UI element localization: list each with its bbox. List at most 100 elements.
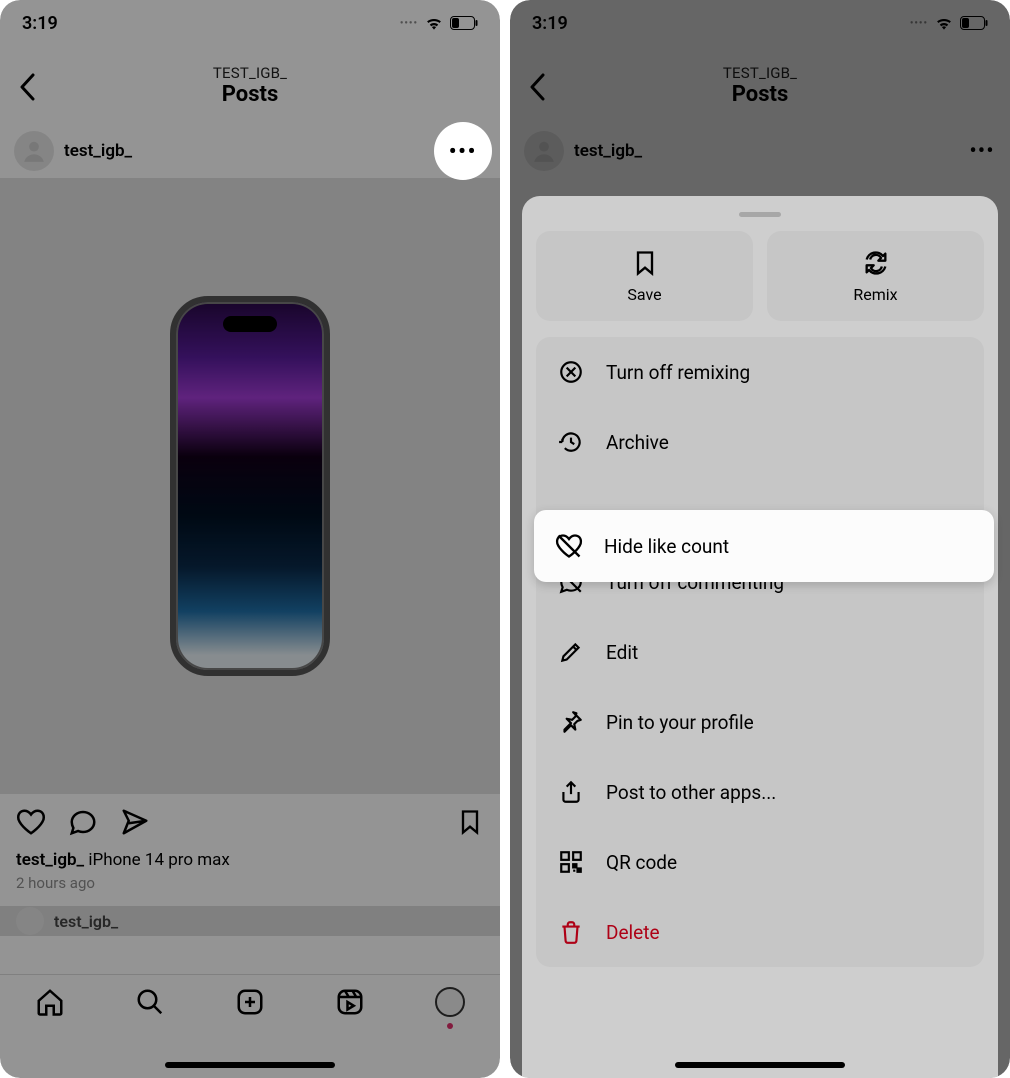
- home-indicator: [675, 1062, 845, 1068]
- like-button[interactable]: [16, 807, 46, 837]
- menu-label: Pin to your profile: [606, 711, 754, 734]
- post-more-button[interactable]: •••: [968, 137, 996, 165]
- create-icon: [235, 987, 265, 1017]
- trash-icon: [558, 919, 584, 945]
- menu-edit[interactable]: Edit: [536, 617, 984, 687]
- bookmark-icon: [631, 249, 659, 277]
- pin-icon: [558, 709, 584, 735]
- tab-search[interactable]: [133, 985, 167, 1019]
- menu-label: Turn off remixing: [606, 361, 750, 384]
- menu-label: Hide like count: [604, 535, 729, 558]
- wifi-icon: [424, 15, 444, 31]
- nav-header: TEST_IGB_ Posts: [0, 46, 500, 124]
- home-icon: [35, 987, 65, 1017]
- remix-icon: [862, 249, 890, 277]
- reels-icon: [335, 987, 365, 1017]
- share-button[interactable]: [120, 807, 150, 837]
- post-username[interactable]: test_igb_: [574, 141, 642, 161]
- post-username[interactable]: test_igb_: [64, 141, 132, 161]
- notification-dot-icon: [447, 1023, 453, 1029]
- menu-label: Edit: [606, 641, 638, 664]
- post-header: test_igb_ •••: [0, 124, 500, 178]
- status-bar: 3:19 ••••: [510, 0, 1010, 46]
- home-indicator: [165, 1062, 335, 1068]
- tab-profile[interactable]: [433, 985, 467, 1019]
- caption-username[interactable]: test_igb_: [16, 850, 84, 870]
- tab-home[interactable]: [33, 985, 67, 1019]
- menu-turn-off-remixing[interactable]: Turn off remixing: [536, 337, 984, 407]
- tutorial-highlight-more[interactable]: •••: [434, 122, 492, 180]
- screenshot-post-view: 3:19 •••• TEST_IGB_ Posts test_igb_ •••: [0, 0, 500, 1078]
- nav-account: TEST_IGB_: [213, 64, 287, 82]
- comment-button[interactable]: [68, 807, 98, 837]
- bookmark-icon: [456, 807, 484, 837]
- post-caption: test_igb_ iPhone 14 pro max: [0, 850, 500, 870]
- action-sheet: Save Remix Turn off remixing Archive: [522, 196, 998, 1078]
- status-right: ••••: [910, 15, 988, 31]
- back-button[interactable]: [10, 70, 44, 104]
- menu-label: Delete: [606, 921, 660, 944]
- tab-reels[interactable]: [333, 985, 367, 1019]
- next-post-peek: test_igb_: [0, 906, 500, 936]
- menu-hide-like-count[interactable]: Hide like count: [534, 510, 994, 582]
- sheet-grabber[interactable]: [739, 212, 781, 217]
- chevron-left-icon: [19, 73, 35, 101]
- nav-title: Posts: [732, 82, 789, 107]
- sheet-remix-button[interactable]: Remix: [767, 231, 984, 321]
- nav-title: Posts: [222, 82, 279, 107]
- battery-icon: [960, 16, 988, 30]
- post-image-content: [170, 296, 330, 676]
- post-time: 2 hours ago: [0, 870, 500, 902]
- profile-avatar-icon: [435, 987, 465, 1017]
- qr-icon: [558, 849, 584, 875]
- status-bar: 3:19 ••••: [0, 0, 500, 46]
- menu-post-other-apps[interactable]: Post to other apps...: [536, 757, 984, 827]
- menu-label: Archive: [606, 431, 669, 454]
- cellular-dots-icon: ••••: [910, 18, 928, 29]
- menu-delete[interactable]: Delete: [536, 897, 984, 967]
- avatar-placeholder-icon: [531, 138, 557, 164]
- tab-create[interactable]: [233, 985, 267, 1019]
- save-button[interactable]: [456, 807, 484, 837]
- heart-icon: [16, 807, 46, 837]
- more-dots-icon: •••: [449, 139, 477, 163]
- cellular-dots-icon: ••••: [400, 18, 418, 29]
- status-time: 3:19: [532, 13, 568, 34]
- back-button[interactable]: [520, 70, 554, 104]
- sheet-menu-list: Turn off remixing Archive Turn off comme…: [536, 337, 984, 967]
- next-post-username[interactable]: test_igb_: [54, 912, 118, 931]
- post-header: test_igb_ •••: [510, 124, 1010, 178]
- sheet-save-button[interactable]: Save: [536, 231, 753, 321]
- sheet-big-buttons: Save Remix: [522, 231, 998, 337]
- send-icon: [120, 807, 150, 837]
- sheet-remix-label: Remix: [853, 285, 897, 304]
- status-time: 3:19: [22, 13, 58, 34]
- menu-qr-code[interactable]: QR code: [536, 827, 984, 897]
- tab-bar: [0, 974, 500, 1078]
- post-actions: [0, 794, 500, 850]
- avatar[interactable]: [16, 907, 44, 935]
- heart-off-icon: [555, 532, 583, 560]
- menu-pin[interactable]: Pin to your profile: [536, 687, 984, 757]
- screenshot-action-sheet: 3:19 •••• TEST_IGB_ Posts test_igb_ •••: [510, 0, 1010, 1078]
- avatar[interactable]: [14, 131, 54, 171]
- circle-x-icon: [558, 359, 584, 385]
- avatar-placeholder-icon: [21, 138, 47, 164]
- battery-icon: [450, 16, 478, 30]
- menu-label: Post to other apps...: [606, 781, 776, 804]
- avatar[interactable]: [524, 131, 564, 171]
- sheet-save-label: Save: [627, 285, 661, 304]
- history-icon: [558, 429, 584, 455]
- chevron-left-icon: [529, 73, 545, 101]
- nav-header: TEST_IGB_ Posts: [510, 46, 1010, 124]
- nav-account: TEST_IGB_: [723, 64, 797, 82]
- post-image[interactable]: [0, 178, 500, 794]
- status-right: ••••: [400, 15, 478, 31]
- share-up-icon: [558, 779, 584, 805]
- wifi-icon: [934, 15, 954, 31]
- menu-archive[interactable]: Archive: [536, 407, 984, 477]
- comment-icon: [68, 807, 98, 837]
- pencil-icon: [558, 639, 584, 665]
- menu-label: QR code: [606, 851, 677, 874]
- caption-text: iPhone 14 pro max: [88, 850, 230, 870]
